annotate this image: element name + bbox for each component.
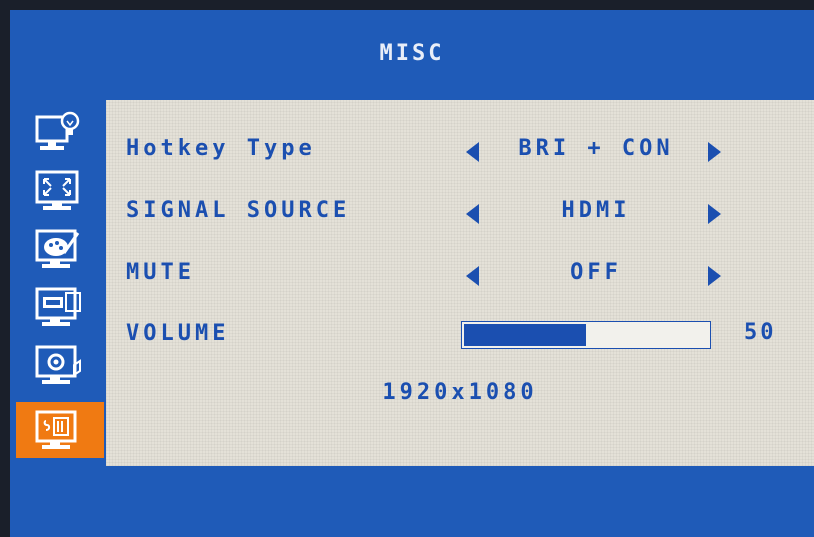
image-size-icon <box>35 170 79 210</box>
mute-right-arrow-icon[interactable] <box>708 266 721 286</box>
misc-settings-icon <box>35 410 77 449</box>
osd-settings-icon <box>35 287 81 326</box>
sidebar-item-osd[interactable] <box>16 278 104 334</box>
volume-label: VOLUME <box>126 321 230 346</box>
osd-menu: MISC Hotkey Type BRI + CON SIGNAL SOURCE… <box>10 10 814 537</box>
mute-left-arrow-icon[interactable] <box>466 266 479 286</box>
hotkey-type-label: Hotkey Type <box>126 136 316 161</box>
sidebar-item-image[interactable] <box>16 162 104 218</box>
sidebar-item-setup[interactable] <box>16 336 104 392</box>
sidebar-item-brightness[interactable] <box>16 104 104 160</box>
menu-title: MISC <box>379 40 445 66</box>
sidebar-item-misc[interactable] <box>16 402 104 458</box>
signal-source-label: SIGNAL SOURCE <box>126 198 351 223</box>
settings-panel: Hotkey Type BRI + CON SIGNAL SOURCE HDMI… <box>106 100 814 466</box>
signal-source-value: HDMI <box>561 198 631 223</box>
hotkey-type-right-arrow-icon[interactable] <box>708 142 721 162</box>
setup-gear-icon <box>35 345 81 384</box>
signal-source-right-arrow-icon[interactable] <box>708 204 721 224</box>
bottom-bar <box>10 472 814 537</box>
resolution-readout: 1920x1080 <box>382 380 538 405</box>
hotkey-type-value: BRI + CON <box>518 136 674 161</box>
volume-slider-fill <box>464 324 586 346</box>
signal-source-left-arrow-icon[interactable] <box>466 204 479 224</box>
brightness-bulb-icon <box>35 111 80 150</box>
volume-slider[interactable] <box>461 321 711 349</box>
hotkey-type-left-arrow-icon[interactable] <box>466 142 479 162</box>
sidebar <box>10 100 104 466</box>
color-palette-icon <box>35 229 80 268</box>
mute-label: MUTE <box>126 260 195 285</box>
mute-value: OFF <box>570 260 622 285</box>
volume-value: 50 <box>744 320 777 345</box>
sidebar-item-color[interactable] <box>16 220 104 276</box>
